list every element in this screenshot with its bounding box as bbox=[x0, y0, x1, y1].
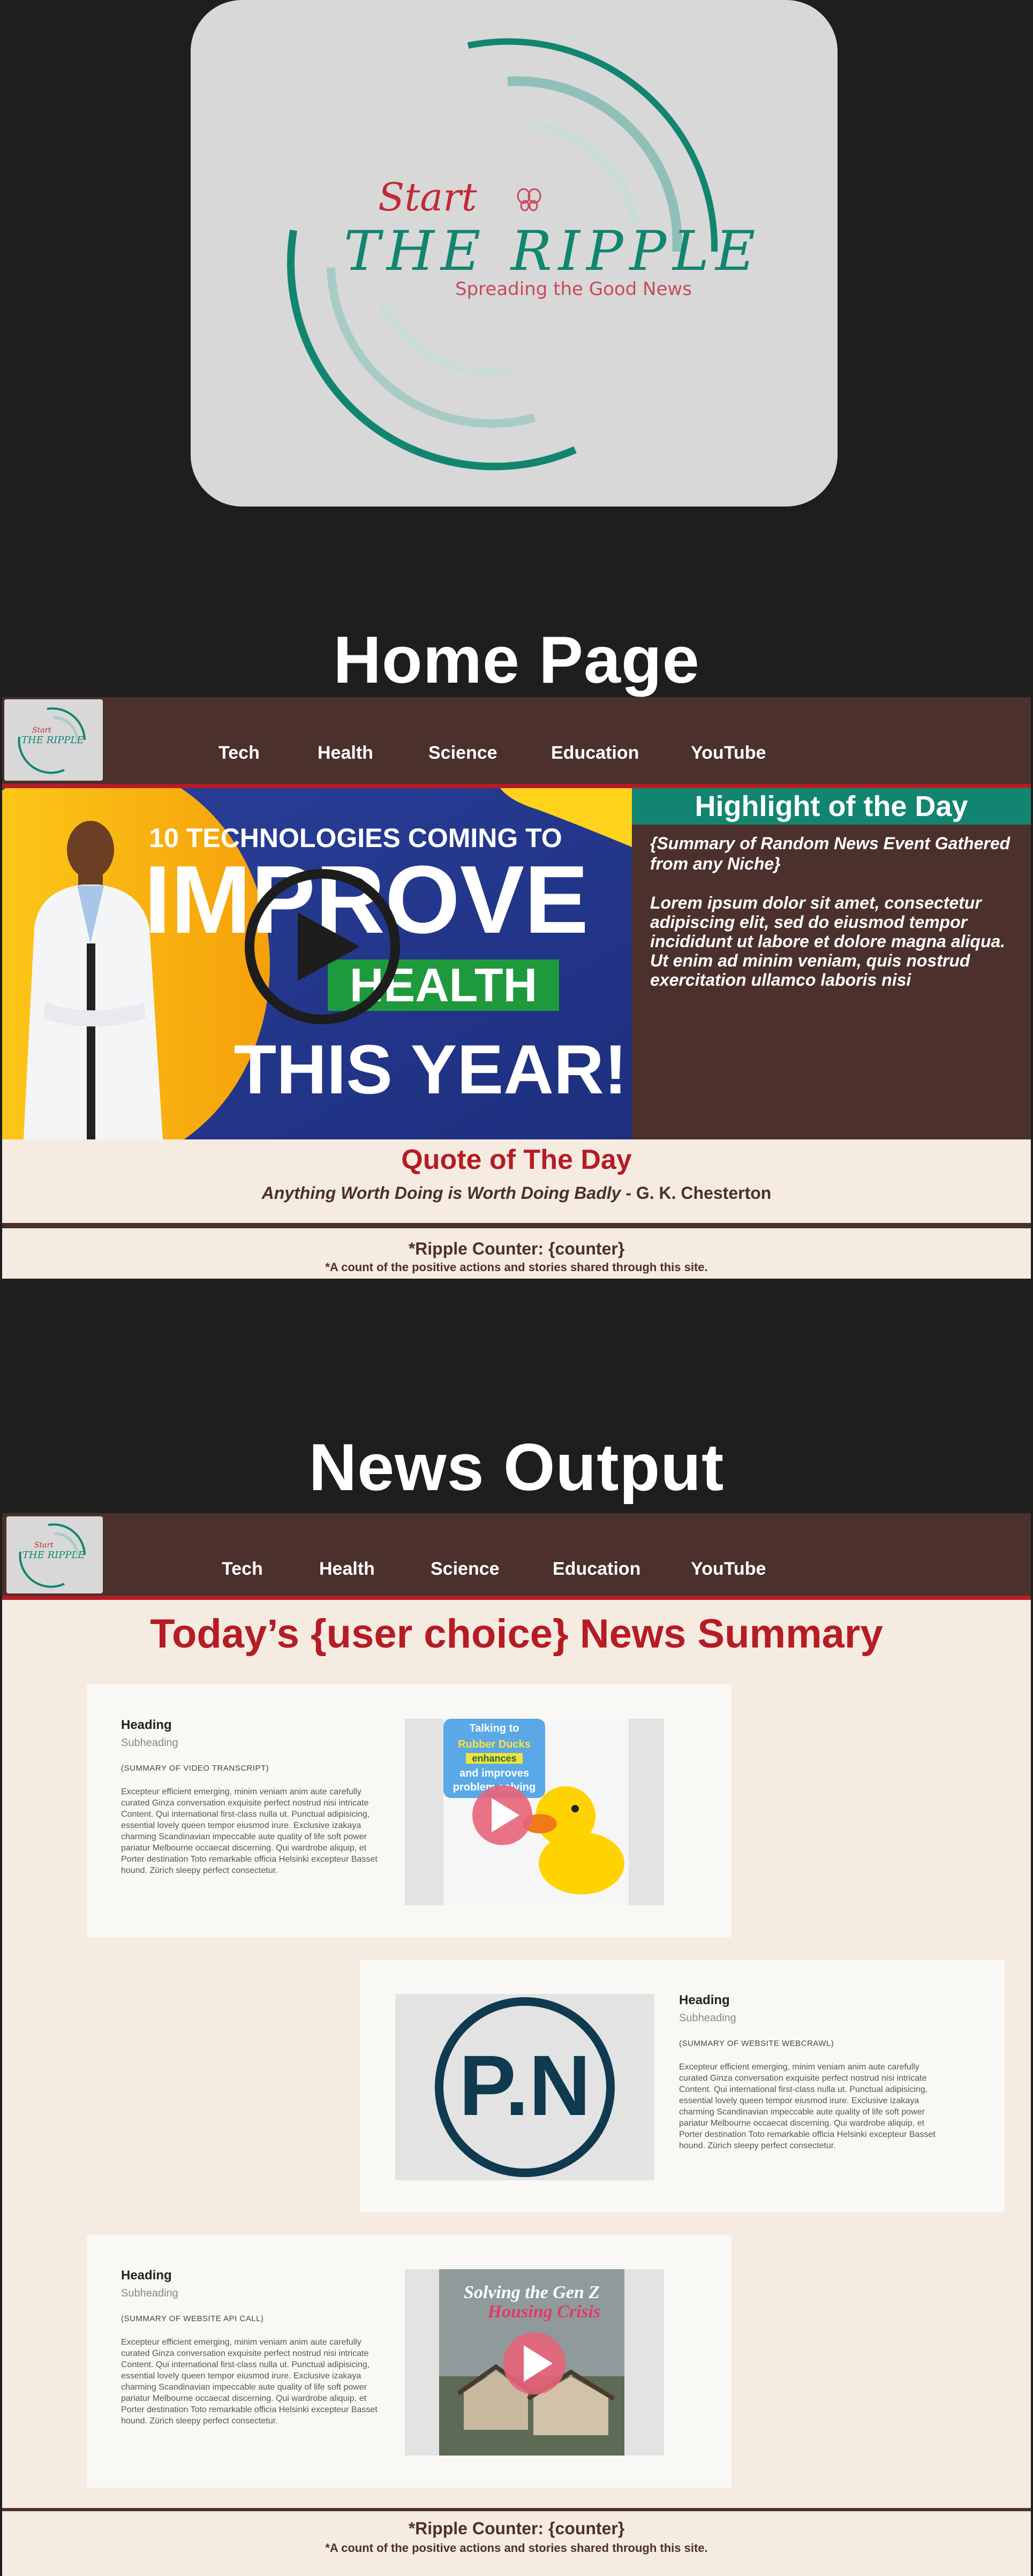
news-output-title: News Output bbox=[308, 1431, 725, 1505]
nav-divider bbox=[2, 784, 1031, 788]
nav-youtube[interactable]: YouTube bbox=[691, 1558, 766, 1580]
duck-l1: Talking to bbox=[470, 1723, 519, 1734]
card-heading: Heading bbox=[121, 1718, 172, 1732]
nav-education[interactable]: Education bbox=[553, 1558, 640, 1580]
counter-note: *A count of the positive actions and sto… bbox=[325, 2541, 708, 2555]
news-nav-bar: Start THE RIPPLE Tech Health Science Edu… bbox=[2, 1513, 1031, 1596]
quote-box: Quote of The Day Anything Worth Doing is… bbox=[2, 1139, 1031, 1225]
card-heading: Heading bbox=[679, 1993, 730, 2007]
news-card-video: Heading Subheading (SUMMARY OF VIDEO TRA… bbox=[87, 1684, 732, 1937]
logo-script-text: Start bbox=[378, 175, 477, 220]
card-body: Excepteur efficient emerging, minim veni… bbox=[121, 1787, 378, 1875]
highlight-summary: {Summary of Random News Event Gathered f… bbox=[650, 834, 1011, 873]
nav-logo-wordmark: THE RIPPLE bbox=[21, 735, 84, 746]
nav-health[interactable]: Health bbox=[318, 742, 373, 764]
home-nav-bar: Start THE RIPPLE Tech Health Science Edu… bbox=[2, 697, 1031, 784]
home-ripple-counter: *Ripple Counter: {counter} *A count of t… bbox=[2, 1225, 1031, 1279]
nav-logo[interactable]: Start THE RIPPLE bbox=[6, 1516, 103, 1593]
nav-youtube[interactable]: YouTube bbox=[691, 742, 766, 764]
nav-logo-wordmark: THE RIPPLE bbox=[22, 1550, 85, 1561]
card-media-frame[interactable]: Solving the Gen Z Housing Crisis bbox=[405, 2269, 664, 2456]
card-tag: (SUMMARY OF VIDEO TRANSCRIPT) bbox=[121, 1764, 269, 1773]
news-ripple-counter: *Ripple Counter: {counter} *A count of t… bbox=[2, 2508, 1031, 2576]
pn-logo-text: P.N bbox=[459, 2037, 591, 2133]
duck-l2: Rubber Ducks bbox=[458, 1739, 531, 1750]
duck-l3: enhances bbox=[472, 1753, 516, 1764]
quote-line: Anything Worth Doing is Worth Doing Badl… bbox=[2, 1183, 1031, 1203]
card-body: Excepteur efficient emerging, minim veni… bbox=[679, 2063, 936, 2150]
nav-science[interactable]: Science bbox=[431, 1558, 500, 1580]
counter-note: *A count of the positive actions and sto… bbox=[325, 1260, 708, 1274]
nav-education[interactable]: Education bbox=[551, 742, 639, 764]
nav-logo[interactable]: Start THE RIPPLE bbox=[4, 699, 103, 781]
card-tag: (SUMMARY OF WEBSITE API CALL) bbox=[121, 2314, 264, 2323]
highlight-body: Lorem ipsum dolor sit amet, consectetur … bbox=[650, 893, 1006, 989]
nav-tech[interactable]: Tech bbox=[218, 742, 260, 764]
housing-l1: Solving the Gen Z bbox=[464, 2283, 600, 2302]
counter-title: *Ripple Counter: {counter} bbox=[408, 1239, 625, 1258]
card-body: Excepteur efficient emerging, minim veni… bbox=[121, 2338, 378, 2426]
news-summary-heading: Today’s {user choice} News Summary bbox=[150, 1611, 883, 1657]
duck-l4: and improves bbox=[459, 1767, 529, 1779]
butterfly-icon bbox=[517, 188, 541, 211]
pn-logo-thumbnail: P.N bbox=[395, 1994, 654, 2180]
hero-video-thumbnail[interactable]: 10 TECHNOLOGIES COMING TO IMPROVE HEALTH… bbox=[2, 788, 632, 1139]
news-summary-area: Today’s {user choice} News Summary Headi… bbox=[2, 1600, 1031, 2508]
card-tag: (SUMMARY OF WEBSITE WEBCRAWL) bbox=[679, 2039, 834, 2048]
play-icon[interactable] bbox=[472, 1785, 532, 1845]
rubber-duck-thumbnail: Talking to Rubber Ducks enhances and imp… bbox=[443, 1719, 629, 1905]
hero-line2: IMPROVE bbox=[144, 846, 589, 954]
quote-author: - G. K. Chesterton bbox=[621, 1183, 772, 1203]
play-icon[interactable] bbox=[503, 2332, 565, 2394]
nav-logo-script: Start bbox=[32, 726, 51, 735]
hero-line3: HEALTH bbox=[350, 958, 537, 1011]
card-subheading: Subheading bbox=[121, 2287, 178, 2299]
news-card-api: Heading Subheading (SUMMARY OF WEBSITE A… bbox=[87, 2235, 732, 2488]
counter-title: *Ripple Counter: {counter} bbox=[408, 2519, 625, 2538]
nav-tech[interactable]: Tech bbox=[222, 1558, 263, 1580]
logo-tagline: Spreading the Good News bbox=[455, 278, 692, 300]
quote-title: Quote of The Day bbox=[401, 1144, 632, 1175]
nav-science[interactable]: Science bbox=[428, 742, 497, 764]
card-media-frame[interactable]: Talking to Rubber Ducks enhances and imp… bbox=[405, 1719, 664, 1905]
card-media-frame[interactable]: P.N bbox=[395, 1994, 654, 2180]
card-heading: Heading bbox=[121, 2268, 172, 2283]
quote-text: Anything Worth Doing is Worth Doing Badl… bbox=[261, 1183, 621, 1203]
nav-logo-script: Start bbox=[34, 1541, 54, 1550]
news-card-webcrawl: P.N Heading Subheading (SUMMARY OF WEBSI… bbox=[360, 1960, 1005, 2212]
home-page-title: Home Page bbox=[333, 623, 700, 697]
card-subheading: Subheading bbox=[679, 2012, 736, 2024]
nav-health[interactable]: Health bbox=[319, 1558, 375, 1580]
housing-l2: Housing Crisis bbox=[487, 2302, 601, 2322]
card-subheading: Subheading bbox=[121, 1737, 178, 1749]
logo-wordmark: THE RIPPLE bbox=[344, 220, 762, 283]
news-nav-divider bbox=[2, 1596, 1031, 1600]
hero-line4: THIS YEAR! bbox=[234, 1030, 627, 1108]
housing-crisis-thumbnail: Solving the Gen Z Housing Crisis bbox=[439, 2269, 624, 2456]
highlight-title: Highlight of the Day bbox=[632, 788, 1031, 825]
ripple-logo-card: Start THE RIPPLE Spreading the Good News bbox=[191, 0, 838, 507]
highlight-panel: Highlight of the Day {Summary of Random … bbox=[632, 788, 1031, 1139]
